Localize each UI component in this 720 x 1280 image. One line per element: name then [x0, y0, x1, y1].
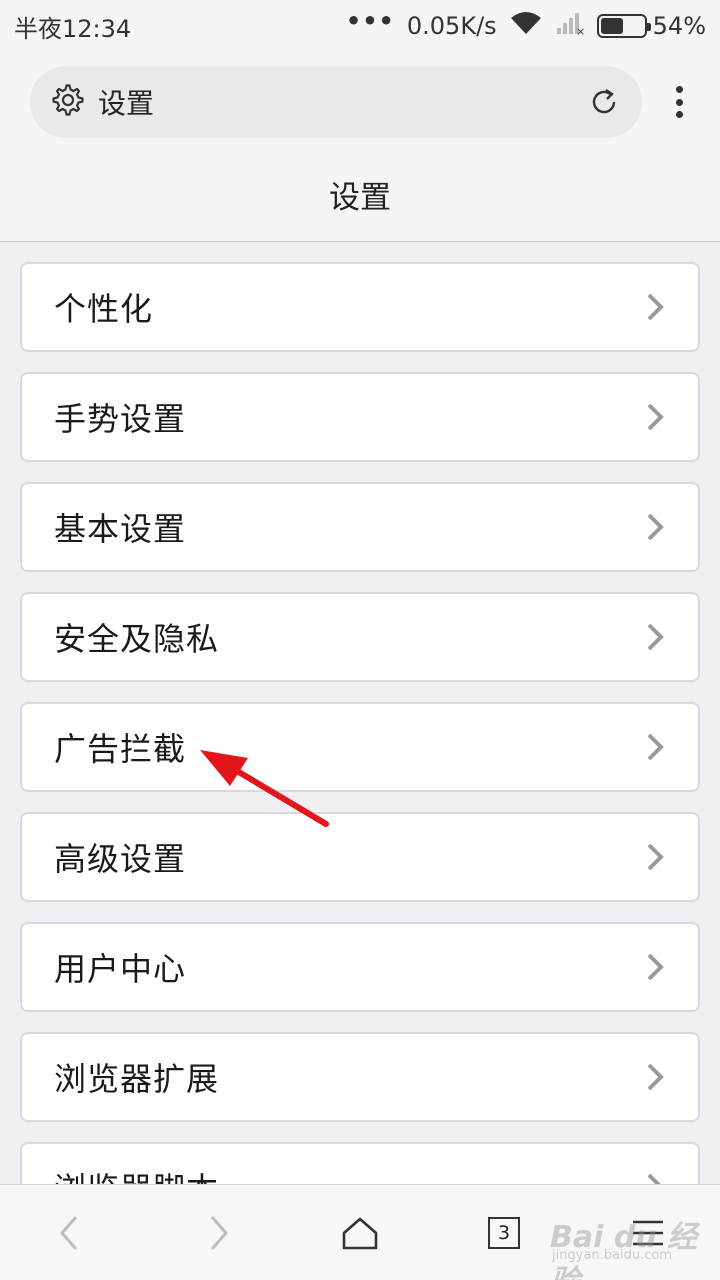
status-time: 半夜12:34 — [14, 14, 132, 43]
chevron-right-icon — [644, 401, 666, 433]
chevron-right-icon — [644, 731, 666, 763]
wifi-icon — [509, 10, 543, 42]
settings-item-ad-blocking[interactable]: 广告拦截 — [20, 702, 700, 792]
settings-item-label: 浏览器脚本 — [54, 1164, 219, 1184]
settings-item-advanced[interactable]: 高级设置 — [20, 812, 700, 902]
watermark-logo: Bai du 经验 — [550, 1220, 698, 1280]
chevron-right-icon — [644, 1061, 666, 1093]
page-title: 设置 — [329, 180, 391, 216]
settings-item-basic[interactable]: 基本设置 — [20, 482, 700, 572]
network-speed: 0.05K/s — [406, 12, 497, 40]
url-bar[interactable]: 设置 — [30, 66, 642, 138]
back-icon[interactable] — [40, 1203, 100, 1263]
settings-item-label: 个性化 — [54, 290, 154, 328]
svg-text:×: × — [576, 25, 585, 36]
settings-item-gestures[interactable]: 手势设置 — [20, 372, 700, 462]
battery-percent: 54% — [652, 12, 706, 40]
settings-item-security-privacy[interactable]: 安全及隐私 — [20, 592, 700, 682]
chevron-right-icon — [644, 1171, 666, 1184]
settings-item-label: 基本设置 — [54, 510, 187, 548]
signal-icon: × — [555, 10, 585, 42]
status-bar: 半夜12:34 ••• 0.05K/s × 54% — [0, 0, 720, 52]
battery-indicator: 54% — [596, 12, 706, 40]
settings-item-label: 高级设置 — [54, 840, 187, 878]
settings-item-label: 手势设置 — [54, 400, 187, 438]
settings-item-label: 安全及隐私 — [54, 620, 220, 658]
status-indicators: ••• 0.05K/s × 54% — [345, 7, 706, 42]
settings-item-extensions[interactable]: 浏览器扩展 — [20, 1032, 700, 1122]
chevron-right-icon — [644, 291, 666, 323]
chevron-right-icon — [644, 841, 666, 873]
home-icon[interactable] — [330, 1203, 390, 1263]
gear-icon — [52, 84, 84, 120]
tabs-icon[interactable]: 3 — [474, 1203, 534, 1263]
forward-icon[interactable] — [188, 1203, 248, 1263]
tab-count: 3 — [488, 1217, 520, 1249]
battery-icon — [596, 14, 651, 38]
settings-item-label: 广告拦截 — [54, 730, 187, 768]
settings-item-personalization[interactable]: 个性化 — [20, 262, 700, 352]
settings-item-user-center[interactable]: 用户中心 — [20, 922, 700, 1012]
settings-item-label: 浏览器扩展 — [54, 1060, 220, 1098]
settings-item-label: 用户中心 — [54, 950, 187, 988]
notification-dots-icon: ••• — [345, 7, 395, 35]
watermark-url: jingyan.baidu.com — [552, 1248, 672, 1263]
url-text: 设置 — [98, 87, 155, 120]
settings-item-scripts[interactable]: 浏览器脚本 — [20, 1142, 700, 1184]
refresh-icon[interactable] — [588, 86, 620, 118]
chevron-right-icon — [644, 951, 666, 983]
settings-list: 个性化 手势设置 基本设置 安全及隐私 广告拦截 高级设置 用户中心 浏览器扩展… — [0, 242, 720, 1184]
chevron-right-icon — [644, 511, 666, 543]
browser-header: 设置 设置 — [0, 52, 720, 242]
chevron-right-icon — [644, 621, 666, 653]
battery-level — [600, 18, 624, 34]
more-menu-icon[interactable] — [664, 82, 694, 122]
